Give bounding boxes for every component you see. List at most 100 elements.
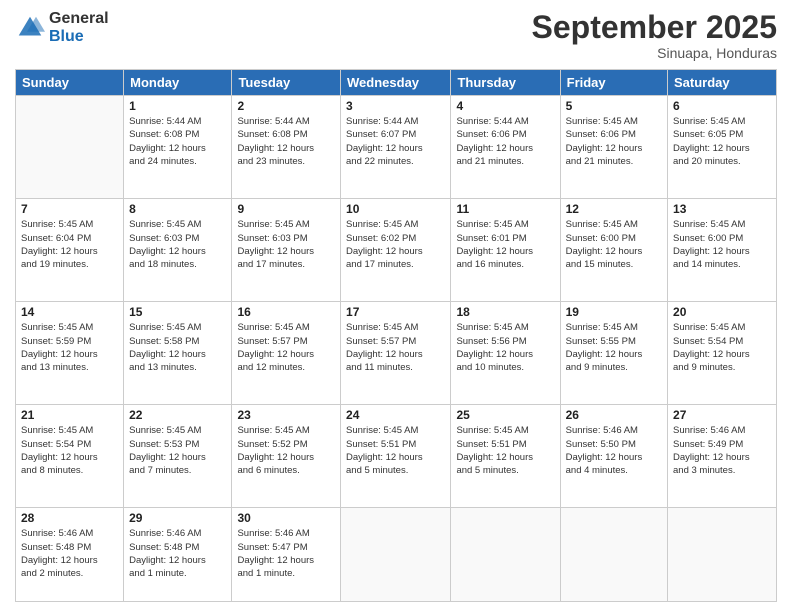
day-info: Sunrise: 5:45 AM Sunset: 5:57 PM Dayligh… <box>346 321 445 374</box>
day-number: 22 <box>129 408 226 422</box>
day-number: 6 <box>673 99 771 113</box>
col-friday: Friday <box>560 70 667 96</box>
week-row-5: 28 Sunrise: 5:46 AM Sunset: 5:48 PM Dayli… <box>16 508 777 602</box>
calendar-cell: 15Sunrise: 5:45 AM Sunset: 5:58 PM Dayli… <box>124 302 232 405</box>
col-thursday: Thursday <box>451 70 560 96</box>
col-tuesday: Tuesday <box>232 70 341 96</box>
calendar-cell <box>451 508 560 602</box>
day-info: Sunrise: 5:45 AM Sunset: 6:06 PM Dayligh… <box>566 115 662 168</box>
day-number: 7 <box>21 202 118 216</box>
day-number: 9 <box>237 202 335 216</box>
logo: General Blue <box>15 10 109 45</box>
calendar-cell: 26 Sunrise: 5:46 AM Sunset: 5:50 PM Dayli… <box>560 405 667 508</box>
day-number: 3 <box>346 99 445 113</box>
day-number: 12 <box>566 202 662 216</box>
title-block: September 2025 Sinuapa, Honduras <box>532 10 777 61</box>
logo-icon <box>15 13 45 43</box>
week-row-3: 14 Sunrise: 5:45 AM Sunset: 5:59 PM Dayli… <box>16 302 777 405</box>
calendar-cell <box>341 508 451 602</box>
day-info: Sunrise: 5:45 AM Sunset: 6:04 PM Dayligh… <box>21 218 118 271</box>
day-number: 8 <box>129 202 226 216</box>
calendar-cell: 12 Sunrise: 5:45 AM Sunset: 6:00 PM Dayli… <box>560 199 667 302</box>
calendar-cell: 8Sunrise: 5:45 AM Sunset: 6:03 PM Daylig… <box>124 199 232 302</box>
day-info: Sunrise: 5:45 AM Sunset: 5:51 PM Dayligh… <box>456 424 554 477</box>
col-sunday: Sunday <box>16 70 124 96</box>
day-number: 5 <box>566 99 662 113</box>
day-number: 23 <box>237 408 335 422</box>
month-title: September 2025 <box>532 10 777 45</box>
day-info: Sunrise: 5:45 AM Sunset: 5:59 PM Dayligh… <box>21 321 118 374</box>
day-number: 28 <box>21 511 118 525</box>
calendar-cell: 20Sunrise: 5:45 AM Sunset: 5:54 PM Dayli… <box>668 302 777 405</box>
calendar-cell: 11Sunrise: 5:45 AM Sunset: 6:01 PM Dayli… <box>451 199 560 302</box>
day-number: 30 <box>237 511 335 525</box>
day-number: 25 <box>456 408 554 422</box>
day-number: 14 <box>21 305 118 319</box>
logo-general: General <box>49 10 109 28</box>
col-wednesday: Wednesday <box>341 70 451 96</box>
calendar-cell: 7 Sunrise: 5:45 AM Sunset: 6:04 PM Daylig… <box>16 199 124 302</box>
calendar-cell: 16 Sunrise: 5:45 AM Sunset: 5:57 PM Dayli… <box>232 302 341 405</box>
day-info: Sunrise: 5:45 AM Sunset: 5:56 PM Dayligh… <box>456 321 554 374</box>
day-number: 1 <box>129 99 226 113</box>
calendar-cell: 19 Sunrise: 5:45 AM Sunset: 5:55 PM Dayli… <box>560 302 667 405</box>
day-info: Sunrise: 5:46 AM Sunset: 5:48 PM Dayligh… <box>21 527 118 580</box>
calendar-table: Sunday Monday Tuesday Wednesday Thursday… <box>15 69 777 602</box>
day-info: Sunrise: 5:45 AM Sunset: 6:03 PM Dayligh… <box>237 218 335 271</box>
calendar-cell: 29 Sunrise: 5:46 AM Sunset: 5:48 PM Dayli… <box>124 508 232 602</box>
day-number: 29 <box>129 511 226 525</box>
day-info: Sunrise: 5:45 AM Sunset: 6:00 PM Dayligh… <box>673 218 771 271</box>
day-info: Sunrise: 5:45 AM Sunset: 5:54 PM Dayligh… <box>673 321 771 374</box>
calendar-cell: 4Sunrise: 5:44 AM Sunset: 6:06 PM Daylig… <box>451 96 560 199</box>
calendar-cell <box>668 508 777 602</box>
day-number: 17 <box>346 305 445 319</box>
day-info: Sunrise: 5:46 AM Sunset: 5:49 PM Dayligh… <box>673 424 771 477</box>
day-info: Sunrise: 5:45 AM Sunset: 5:51 PM Dayligh… <box>346 424 445 477</box>
day-info: Sunrise: 5:44 AM Sunset: 6:08 PM Dayligh… <box>237 115 335 168</box>
day-info: Sunrise: 5:46 AM Sunset: 5:50 PM Dayligh… <box>566 424 662 477</box>
calendar-cell: 10Sunrise: 5:45 AM Sunset: 6:02 PM Dayli… <box>341 199 451 302</box>
day-number: 24 <box>346 408 445 422</box>
day-number: 10 <box>346 202 445 216</box>
day-info: Sunrise: 5:45 AM Sunset: 6:01 PM Dayligh… <box>456 218 554 271</box>
calendar-cell: 21 Sunrise: 5:45 AM Sunset: 5:54 PM Dayli… <box>16 405 124 508</box>
calendar-cell: 2 Sunrise: 5:44 AM Sunset: 6:08 PM Daylig… <box>232 96 341 199</box>
logo-blue: Blue <box>49 28 109 46</box>
calendar-cell: 1 Sunrise: 5:44 AM Sunset: 6:08 PM Daylig… <box>124 96 232 199</box>
calendar-cell: 3Sunrise: 5:44 AM Sunset: 6:07 PM Daylig… <box>341 96 451 199</box>
day-number: 21 <box>21 408 118 422</box>
day-number: 27 <box>673 408 771 422</box>
day-number: 19 <box>566 305 662 319</box>
day-info: Sunrise: 5:45 AM Sunset: 5:55 PM Dayligh… <box>566 321 662 374</box>
day-number: 26 <box>566 408 662 422</box>
calendar-cell: 6 Sunrise: 5:45 AM Sunset: 6:05 PM Daylig… <box>668 96 777 199</box>
day-info: Sunrise: 5:45 AM Sunset: 6:05 PM Dayligh… <box>673 115 771 168</box>
week-row-4: 21 Sunrise: 5:45 AM Sunset: 5:54 PM Dayli… <box>16 405 777 508</box>
day-info: Sunrise: 5:46 AM Sunset: 5:48 PM Dayligh… <box>129 527 226 580</box>
calendar-cell: 30 Sunrise: 5:46 AM Sunset: 5:47 PM Dayli… <box>232 508 341 602</box>
calendar-cell <box>560 508 667 602</box>
calendar-cell: 9 Sunrise: 5:45 AM Sunset: 6:03 PM Daylig… <box>232 199 341 302</box>
day-info: Sunrise: 5:45 AM Sunset: 5:57 PM Dayligh… <box>237 321 335 374</box>
day-info: Sunrise: 5:46 AM Sunset: 5:47 PM Dayligh… <box>237 527 335 580</box>
day-info: Sunrise: 5:45 AM Sunset: 5:52 PM Dayligh… <box>237 424 335 477</box>
day-number: 18 <box>456 305 554 319</box>
week-row-2: 7 Sunrise: 5:45 AM Sunset: 6:04 PM Daylig… <box>16 199 777 302</box>
day-number: 16 <box>237 305 335 319</box>
day-info: Sunrise: 5:44 AM Sunset: 6:08 PM Dayligh… <box>129 115 226 168</box>
col-saturday: Saturday <box>668 70 777 96</box>
day-number: 2 <box>237 99 335 113</box>
calendar-cell: 23 Sunrise: 5:45 AM Sunset: 5:52 PM Dayli… <box>232 405 341 508</box>
calendar-header-row: Sunday Monday Tuesday Wednesday Thursday… <box>16 70 777 96</box>
calendar-cell: 5 Sunrise: 5:45 AM Sunset: 6:06 PM Daylig… <box>560 96 667 199</box>
header: General Blue September 2025 Sinuapa, Hon… <box>15 10 777 61</box>
day-info: Sunrise: 5:45 AM Sunset: 6:00 PM Dayligh… <box>566 218 662 271</box>
week-row-1: 1 Sunrise: 5:44 AM Sunset: 6:08 PM Daylig… <box>16 96 777 199</box>
day-info: Sunrise: 5:45 AM Sunset: 5:58 PM Dayligh… <box>129 321 226 374</box>
calendar-cell: 18 Sunrise: 5:45 AM Sunset: 5:56 PM Dayli… <box>451 302 560 405</box>
day-info: Sunrise: 5:45 AM Sunset: 5:54 PM Dayligh… <box>21 424 118 477</box>
day-number: 4 <box>456 99 554 113</box>
page: General Blue September 2025 Sinuapa, Hon… <box>0 0 792 612</box>
calendar-cell: 22Sunrise: 5:45 AM Sunset: 5:53 PM Dayli… <box>124 405 232 508</box>
calendar-cell: 25 Sunrise: 5:45 AM Sunset: 5:51 PM Dayli… <box>451 405 560 508</box>
